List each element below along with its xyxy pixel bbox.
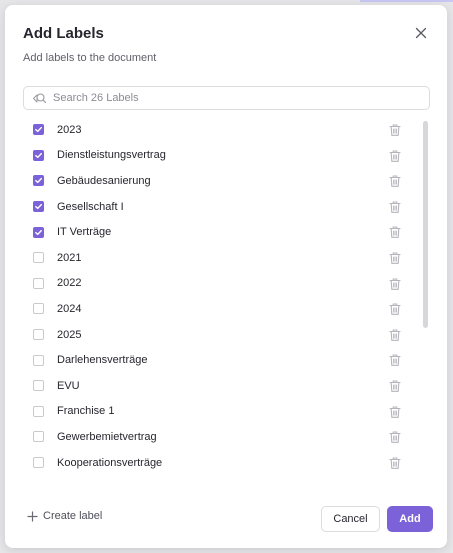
delete-label-button[interactable] [388, 353, 402, 367]
label-checkbox[interactable] [33, 277, 44, 289]
label-row[interactable]: Gesellschaft I [23, 194, 415, 220]
add-labels-dialog: Add Labels Add labels to the document 20… [5, 5, 447, 548]
label-name: 2021 [57, 251, 82, 264]
scrollbar-thumb[interactable] [423, 121, 428, 328]
trash-icon [389, 329, 401, 341]
checkmark-icon [35, 127, 42, 133]
trash-icon [389, 406, 401, 418]
label-name: 2025 [57, 328, 82, 341]
delete-label-button[interactable] [388, 225, 402, 239]
close-button[interactable] [413, 25, 429, 41]
delete-label-button[interactable] [388, 405, 402, 419]
search-box[interactable] [23, 86, 430, 110]
label-row[interactable]: 2023 [23, 117, 415, 143]
label-checkbox[interactable] [33, 175, 44, 187]
label-checkbox[interactable] [33, 149, 44, 161]
trash-icon [389, 201, 401, 213]
create-label-text: Create label [43, 510, 103, 522]
label-name: Franchise 1 [57, 405, 115, 418]
label-row[interactable]: 2024 [23, 296, 415, 322]
label-name: Dienstleistungsvertrag [57, 149, 166, 162]
label-checkbox[interactable] [33, 354, 44, 366]
label-name: IT Verträge [57, 226, 112, 239]
checkmark-icon [35, 152, 42, 158]
trash-icon [389, 175, 401, 188]
label-name: EVU [57, 379, 80, 392]
delete-label-button[interactable] [388, 149, 402, 163]
delete-label-button[interactable] [388, 200, 402, 214]
close-icon [415, 27, 427, 39]
label-checkbox[interactable] [33, 201, 44, 213]
delete-label-button[interactable] [388, 277, 402, 291]
label-checkbox[interactable] [33, 431, 44, 443]
label-name: 2024 [57, 302, 82, 315]
cancel-button[interactable]: Cancel [321, 506, 380, 532]
scrollbar[interactable] [423, 121, 428, 481]
trash-icon [389, 354, 401, 367]
delete-label-button[interactable] [388, 328, 402, 342]
label-name: Darlehensverträge [57, 354, 148, 367]
label-checkbox[interactable] [33, 405, 44, 417]
label-row[interactable]: Darlehensverträge [23, 347, 415, 373]
label-checkbox[interactable] [33, 303, 44, 315]
label-name: Gewerbemietvertrag [57, 430, 157, 443]
trash-icon [389, 380, 401, 392]
plus-icon [27, 510, 38, 522]
label-row[interactable]: IT Verträge [23, 219, 415, 245]
label-row[interactable]: Franchise 1 [23, 399, 415, 425]
label-name: Gebäudesanierung [57, 174, 151, 187]
label-row[interactable]: 2021 [23, 245, 415, 271]
trash-icon [389, 124, 401, 136]
label-checkbox[interactable] [33, 457, 44, 469]
add-button[interactable]: Add [387, 506, 433, 532]
search-input[interactable] [53, 92, 413, 104]
label-row[interactable]: Kooperationsverträge [23, 450, 415, 476]
label-row[interactable]: EVU [23, 373, 415, 399]
search-icon [33, 93, 47, 104]
trash-icon [389, 457, 401, 469]
delete-label-button[interactable] [388, 174, 402, 188]
checkmark-icon [35, 203, 42, 210]
label-checkbox[interactable] [33, 252, 44, 264]
delete-label-button[interactable] [388, 123, 402, 137]
label-checkbox[interactable] [33, 124, 44, 136]
checkmark-icon [35, 229, 42, 235]
checkmark-icon [35, 178, 42, 184]
delete-label-button[interactable] [388, 302, 402, 316]
dialog-subtitle: Add labels to the document [23, 52, 157, 64]
label-name: Kooperationsverträge [57, 456, 163, 469]
label-checkbox[interactable] [33, 380, 44, 392]
label-row[interactable]: Gewerbemietvertrag [23, 424, 415, 450]
label-row[interactable]: 2022 [23, 271, 415, 297]
delete-label-button[interactable] [388, 251, 402, 265]
trash-icon [389, 252, 401, 264]
label-name: 2022 [57, 277, 82, 290]
trash-icon [389, 431, 401, 443]
label-row[interactable]: Gebäudesanierung [23, 168, 415, 194]
delete-label-button[interactable] [388, 379, 402, 393]
trash-icon [389, 226, 401, 239]
label-row[interactable]: Dienstleistungsvertrag [23, 143, 415, 169]
delete-label-button[interactable] [388, 456, 402, 470]
create-label-button[interactable]: Create label [27, 510, 102, 522]
trash-icon [389, 150, 401, 162]
dialog-title: Add Labels [23, 25, 104, 42]
label-name: Gesellschaft I [57, 200, 124, 213]
label-row[interactable]: 2025 [23, 322, 415, 348]
label-checkbox[interactable] [33, 329, 44, 341]
trash-icon [389, 278, 401, 290]
trash-icon [389, 303, 401, 316]
label-checkbox[interactable] [33, 226, 44, 238]
background-highlight-bar [360, 0, 453, 2]
delete-label-button[interactable] [388, 430, 402, 444]
label-name: 2023 [57, 123, 82, 136]
label-list: 2023 Dienstleistungsvertrag Gebäudesanieru… [23, 117, 415, 485]
